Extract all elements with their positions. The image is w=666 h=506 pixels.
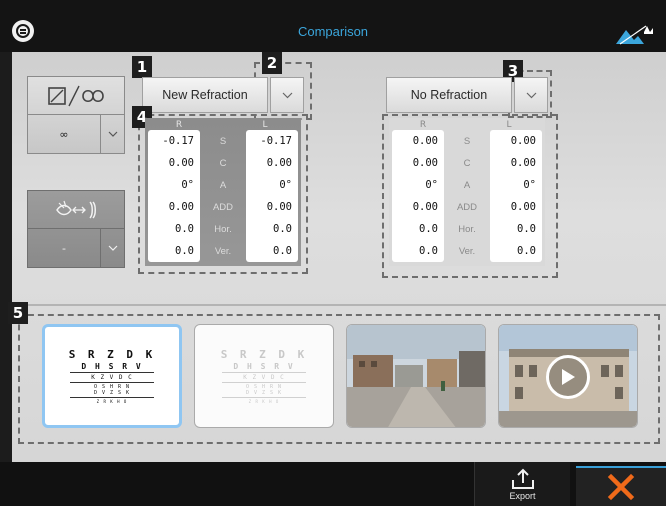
l-vertical-value[interactable]: 0.0 [490,240,542,262]
thumbnail-video[interactable] [498,324,638,428]
right-eye-header: R [175,120,183,130]
visual-acuity-chart: S R Z D K D H S R V K Z V D C O S H R N … [45,327,179,425]
param-axis: A [463,179,471,191]
left-eye-column[interactable]: 0.00 0.00 0° 0.00 0.0 0.0 [490,130,542,262]
chart-row-2: D H S R V [233,362,295,371]
marker-2: 2 [262,52,282,74]
distance-toggle[interactable] [28,77,124,115]
refraction-b-label: No Refraction [410,88,488,102]
r-axis-value[interactable]: 0° [392,174,444,196]
close-button[interactable] [576,466,666,506]
thumbnail-chart-faded[interactable]: S R Z D K D H S R V K Z V D C O S H R N … [194,324,334,428]
near-far-icon [48,85,104,106]
export-label: Export [509,491,536,501]
l-vertical-value[interactable]: 0.0 [246,240,298,262]
play-icon[interactable] [546,355,590,399]
param-add: ADD [456,201,478,213]
l-add-value[interactable]: 0.00 [490,196,542,218]
param-vertical: Ver. [458,245,476,257]
left-eye-header: L [262,120,268,130]
r-horizontal-value[interactable]: 0.0 [148,218,200,240]
l-add-value[interactable]: 0.00 [246,196,298,218]
param-axis: A [219,179,227,191]
l-horizontal-value[interactable]: 0.0 [490,218,542,240]
occlusion-control[interactable]: - [27,190,125,268]
parameter-labels: S C A ADD Hor. Ver. [444,130,490,262]
left-eye-header: L [506,120,512,130]
refraction-b-select[interactable]: No Refraction [386,77,512,113]
param-add: ADD [212,201,234,213]
top-bar: Comparison [0,0,666,52]
param-sphere: S [463,135,471,147]
param-cylinder: C [463,157,471,169]
right-eye-column[interactable]: 0.00 0.00 0° 0.00 0.0 0.0 [392,130,444,262]
page-title: Comparison [297,24,369,39]
refraction-a-chevron-icon[interactable] [270,77,304,113]
chart-row-6: Z R K H O [248,399,280,404]
chart-row-5: D V Z S K [245,390,283,396]
r-sphere-value[interactable]: -0.17 [148,130,200,152]
refraction-b-table: R L 0.00 0.00 0° 0.00 0.0 0.0 S C A ADD … [389,118,545,266]
occlusion-toggle[interactable] [28,191,124,229]
l-sphere-value[interactable]: 0.00 [490,130,542,152]
chart-row-1: S R Z D K [220,348,308,361]
chart-row-1: S R Z D K [68,348,156,361]
upload-icon [511,468,534,489]
chart-row-3: K Z V D C [91,374,133,381]
left-eye-column[interactable]: -0.17 0.00 0° 0.00 0.0 0.0 [246,130,298,262]
marker-5: 5 [8,302,28,324]
param-horizontal: Hor. [458,223,476,235]
occlusion-value: - [62,241,66,255]
chart-row-6: Z R K H O [96,399,128,404]
l-axis-value[interactable]: 0° [246,174,298,196]
refraction-a-table: R L -0.17 0.00 0° 0.00 0.0 0.0 S C A ADD… [145,118,301,266]
refraction-b-chevron-icon[interactable] [514,77,548,113]
r-vertical-value[interactable]: 0.0 [148,240,200,262]
l-axis-value[interactable]: 0° [490,174,542,196]
r-add-value[interactable]: 0.00 [148,196,200,218]
l-cylinder-value[interactable]: 0.00 [490,152,542,174]
thumbnail-street-photo[interactable] [346,324,486,428]
r-add-value[interactable]: 0.00 [392,196,444,218]
param-horizontal: Hor. [214,223,232,235]
distance-value: ∞ [59,127,69,141]
r-sphere-value[interactable]: 0.00 [392,130,444,152]
r-vertical-value[interactable]: 0.0 [392,240,444,262]
mountain-eye-icon[interactable] [614,22,656,48]
l-sphere-value[interactable]: -0.17 [246,130,298,152]
l-horizontal-value[interactable]: 0.0 [246,218,298,240]
param-sphere: S [219,135,227,147]
param-vertical: Ver. [214,245,232,257]
param-cylinder: C [219,157,227,169]
distance-dropdown-chevron-icon[interactable] [100,115,124,153]
section-divider [12,304,666,306]
export-button[interactable]: Export [474,462,570,506]
marker-1: 1 [132,56,152,78]
r-horizontal-value[interactable]: 0.0 [392,218,444,240]
r-cylinder-value[interactable]: 0.00 [392,152,444,174]
parameter-labels: S C A ADD Hor. Ver. [200,130,246,262]
occlusion-dropdown-chevron-icon[interactable] [100,229,124,267]
street-scene-image [347,325,485,427]
chart-row-5: D V Z S K [93,390,131,396]
r-cylinder-value[interactable]: 0.00 [148,152,200,174]
right-eye-column[interactable]: -0.17 0.00 0° 0.00 0.0 0.0 [148,130,200,262]
comparison-panel: ∞ - 1 2 New Refraction 4 R L -0.17 0.00 … [8,52,666,462]
distance-control[interactable]: ∞ [27,76,125,154]
refraction-a-select[interactable]: New Refraction [142,77,268,113]
r-axis-value[interactable]: 0° [148,174,200,196]
close-icon [607,473,635,501]
chart-row-3: K Z V D C [243,374,285,381]
refraction-a-label: New Refraction [162,88,248,102]
chart-row-2: D H S R V [81,362,143,371]
l-cylinder-value[interactable]: 0.00 [246,152,298,174]
right-eye-header: R [419,120,427,130]
visual-acuity-chart-faded: S R Z D K D H S R V K Z V D C O S H R N … [195,325,333,427]
eye-occluder-icon [56,200,96,219]
thumbnail-chart-selected[interactable]: S R Z D K D H S R V K Z V D C O S H R N … [42,324,182,428]
